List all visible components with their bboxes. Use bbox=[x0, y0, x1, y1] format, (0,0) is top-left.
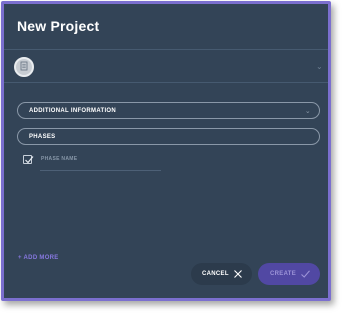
add-more-link[interactable]: + ADD MORE bbox=[18, 255, 59, 261]
chevron-down-icon: ⌄ bbox=[304, 108, 311, 115]
phases-section[interactable]: PHASES bbox=[17, 128, 320, 145]
cancel-button[interactable]: CANCEL bbox=[191, 263, 252, 285]
dialog-frame: New Project ⌄ ADDITIONAL INFORMATION ⌄ P… bbox=[1, 1, 331, 301]
document-icon bbox=[19, 58, 29, 76]
cancel-label: CANCEL bbox=[202, 271, 229, 277]
chevron-down-icon[interactable]: ⌄ bbox=[316, 62, 323, 71]
new-project-dialog: New Project ⌄ ADDITIONAL INFORMATION ⌄ P… bbox=[4, 4, 328, 298]
title-divider bbox=[4, 49, 328, 50]
close-icon bbox=[234, 270, 242, 278]
header-divider bbox=[4, 82, 328, 83]
additional-information-section[interactable]: ADDITIONAL INFORMATION ⌄ bbox=[17, 102, 320, 119]
create-label: CREATE bbox=[270, 271, 297, 277]
checkmark-icon bbox=[301, 270, 310, 278]
phase-name-underline bbox=[40, 170, 161, 171]
dialog-title: New Project bbox=[17, 18, 100, 34]
phase-row: PHASE NAME bbox=[23, 154, 163, 172]
additional-information-label: ADDITIONAL INFORMATION bbox=[29, 107, 117, 114]
phase-checkbox[interactable] bbox=[23, 155, 34, 164]
phases-label: PHASES bbox=[29, 133, 56, 140]
checkmark-icon bbox=[25, 156, 34, 164]
phase-name-input[interactable]: PHASE NAME bbox=[41, 156, 77, 162]
project-avatar[interactable] bbox=[14, 57, 34, 77]
create-button[interactable]: CREATE bbox=[258, 263, 320, 285]
